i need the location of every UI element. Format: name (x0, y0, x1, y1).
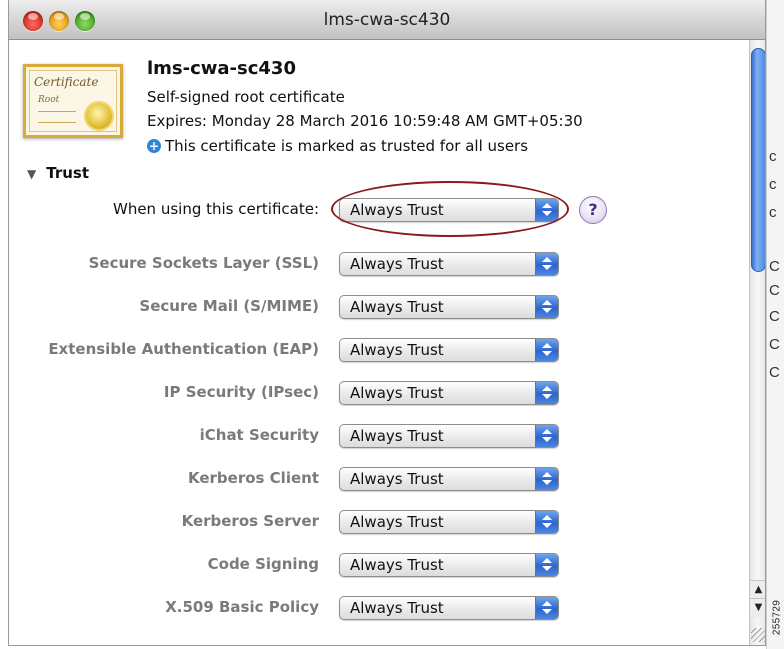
trust-note: + This certificate is marked as trusted f… (147, 137, 528, 155)
help-button[interactable]: ? (579, 196, 607, 224)
popup-arrows-icon (535, 253, 558, 275)
certificate-icon-lines (38, 111, 76, 123)
popup-arrows-icon (535, 425, 558, 447)
setting-label-ssl: Secure Sockets Layer (SSL) (88, 254, 319, 272)
background-glyph: C (769, 258, 780, 275)
setting-label-x509: X.509 Basic Policy (165, 598, 319, 616)
background-glyph: c (769, 204, 777, 221)
figure-id: 255729 (769, 592, 783, 648)
scroll-thumb[interactable] (751, 48, 765, 272)
trust-popup-ichat[interactable]: Always Trust (339, 424, 559, 448)
background-glyph: C (769, 308, 780, 325)
trust-popup-value: Always Trust (350, 556, 444, 574)
popup-arrows-icon (535, 296, 558, 318)
popup-arrows-icon (535, 382, 558, 404)
window-title: lms-cwa-sc430 (323, 10, 451, 30)
trust-disclosure[interactable]: ▼ Trust (27, 164, 89, 182)
trust-note-text: This certificate is marked as trusted fo… (165, 137, 529, 155)
certificate-icon-title: Certificate (34, 75, 99, 89)
certificate-icon: Certificate Root (23, 64, 123, 138)
popup-arrows-icon (535, 511, 558, 533)
trust-popup-value: Always Trust (350, 513, 444, 531)
certificate-details: Certificate Root lms-cwa-sc430 Self-sign… (9, 40, 749, 645)
background-glyph: c (769, 148, 777, 165)
background-glyph: C (769, 282, 780, 299)
background-glyph: C (769, 336, 780, 353)
scroll-up-button[interactable]: ▲ (750, 580, 765, 599)
background-glyph: C (769, 364, 780, 381)
trust-popup-code-signing[interactable]: Always Trust (339, 553, 559, 577)
vertical-scrollbar[interactable]: ▲ ▼ (749, 40, 765, 645)
trust-popup-x509[interactable]: Always Trust (339, 596, 559, 620)
trust-popup-value: Always Trust (350, 255, 444, 273)
setting-label-ichat: iChat Security (199, 426, 319, 444)
trust-popup-value: Always Trust (350, 599, 444, 617)
setting-label-kerberos-server: Kerberos Server (181, 512, 319, 530)
setting-label-smime: Secure Mail (S/MIME) (139, 297, 319, 315)
trust-popup-value: Always Trust (350, 470, 444, 488)
popup-arrows-icon (535, 554, 558, 576)
resize-grip-icon[interactable] (751, 628, 765, 642)
certificate-window: lms-cwa-sc430 Certificate Root lms-cwa-s… (8, 0, 766, 646)
certificate-type: Self-signed root certificate (147, 88, 345, 106)
certificate-seal-icon (86, 103, 112, 129)
trust-section-label: Trust (46, 164, 89, 182)
popup-arrows-icon (535, 339, 558, 361)
setting-label-kerberos-client: Kerberos Client (187, 469, 319, 487)
setting-label-eap: Extensible Authentication (EAP) (48, 340, 319, 358)
trust-popup-smime[interactable]: Always Trust (339, 295, 559, 319)
trust-popup-kerberos-server[interactable]: Always Trust (339, 510, 559, 534)
trust-popup-eap[interactable]: Always Trust (339, 338, 559, 362)
trust-popup-value: Always Trust (350, 341, 444, 359)
disclosure-triangle-icon[interactable]: ▼ (27, 167, 36, 181)
certificate-name: lms-cwa-sc430 (147, 58, 296, 79)
trust-popup-kerberos-client[interactable]: Always Trust (339, 467, 559, 491)
setting-label-ipsec: IP Security (IPsec) (163, 383, 319, 401)
certificate-icon-subtitle: Root (38, 95, 60, 105)
background-glyph: c (769, 176, 777, 193)
title-bar[interactable]: lms-cwa-sc430 (9, 0, 765, 40)
main-setting-label: When using this certificate: (112, 200, 319, 218)
trust-popup-ipsec[interactable]: Always Trust (339, 381, 559, 405)
trust-popup-value: Always Trust (350, 427, 444, 445)
figure-id-text: 255729 (771, 599, 783, 636)
scroll-down-button[interactable]: ▼ (750, 598, 765, 617)
plus-icon: + (147, 139, 161, 153)
certificate-expiry: Expires: Monday 28 March 2016 10:59:48 A… (147, 112, 583, 130)
popup-arrows-icon (535, 597, 558, 619)
setting-label-code-signing: Code Signing (207, 555, 319, 573)
trust-popup-value: Always Trust (350, 384, 444, 402)
background-window-edge: c c c C C C C C (766, 0, 784, 649)
popup-arrows-icon (535, 468, 558, 490)
highlight-ellipse (331, 181, 569, 237)
trust-popup-value: Always Trust (350, 298, 444, 316)
trust-popup-ssl[interactable]: Always Trust (339, 252, 559, 276)
